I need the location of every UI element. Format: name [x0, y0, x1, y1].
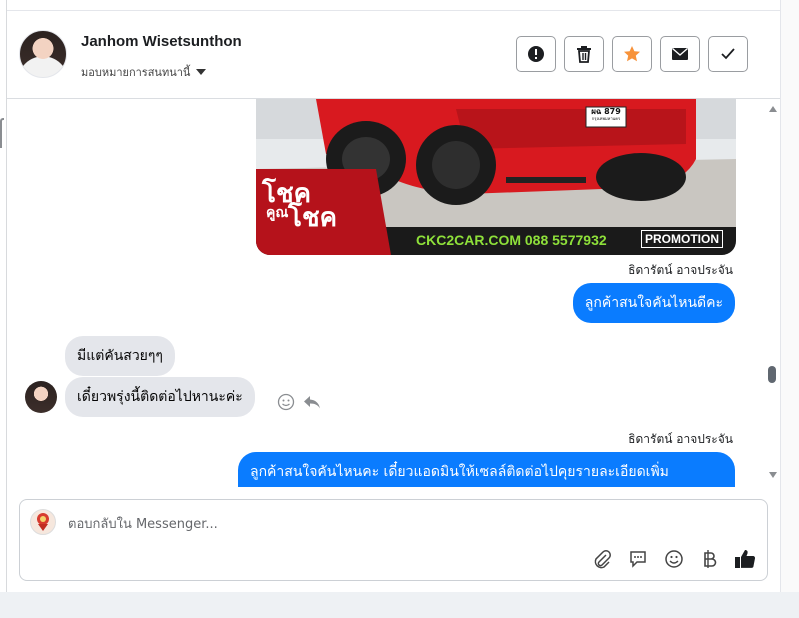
assign-label: มอบหมายการสนทนานี้: [81, 66, 191, 79]
scroll-up-arrow-icon[interactable]: [768, 105, 778, 113]
sender-label: ธิดารัตน์ อาจประจัน: [628, 432, 733, 446]
contact-name[interactable]: Janhom Wisetsunthon: [81, 33, 242, 50]
trash-icon: [577, 46, 591, 63]
page-logo-icon: [37, 513, 49, 531]
promotion-label: PROMOTION: [641, 230, 723, 248]
paperclip-icon: [594, 550, 611, 569]
incoming-message[interactable]: เดี๋ยวพรุ่งนี้ติดต่อไปหานะค่ะ: [65, 377, 255, 417]
alert-icon: [528, 46, 544, 62]
conversation-header: Janhom Wisetsunthon มอบหมายการสนทนานี้: [7, 10, 780, 99]
brand-logo: โชค คูณ โชค: [262, 179, 338, 232]
reply-composer: [19, 499, 768, 581]
message-scrollbar[interactable]: [765, 99, 780, 487]
reply-icon[interactable]: [303, 393, 321, 411]
website-phone-text: CKC2CAR.COM 088 5577932: [416, 232, 607, 248]
mark-unread-button[interactable]: [660, 36, 700, 72]
resize-grip[interactable]: [0, 118, 4, 148]
car-promo-image[interactable]: โชค คูณ โชค ผฉ 879 กรุงเทพมหานคร CKC2CAR…: [256, 99, 736, 255]
plate-label: ผฉ 879 กรุงเทพมหานคร: [591, 107, 621, 121]
conversation-panel: Janhom Wisetsunthon มอบหมายการสนทนานี้ โ…: [7, 0, 780, 592]
payment-button[interactable]: [698, 548, 722, 570]
star-button[interactable]: [612, 36, 652, 72]
like-button[interactable]: [733, 548, 757, 570]
left-panel-edge: [0, 0, 7, 618]
reply-input[interactable]: [68, 514, 668, 534]
contact-avatar[interactable]: [19, 30, 67, 78]
react-smiley-icon[interactable]: [277, 393, 295, 411]
outgoing-message[interactable]: ลูกค้าสนใจคันไหนดีคะ: [572, 283, 735, 323]
bottom-background: [0, 592, 799, 618]
checkmark-icon: [721, 48, 735, 60]
star-icon: [624, 46, 640, 62]
saved-replies-button[interactable]: [626, 548, 650, 570]
delete-button[interactable]: [564, 36, 604, 72]
page-avatar: [30, 509, 56, 535]
contact-avatar-small: [25, 381, 57, 413]
message-list: โชค คูณ โชค ผฉ 879 กรุงเทพมหานคร CKC2CAR…: [7, 99, 780, 487]
outgoing-message[interactable]: ลูกค้าสนใจคันไหนคะ เดี๋ยวแอดมินให้เซลล์ต…: [238, 452, 735, 487]
attach-button[interactable]: [590, 548, 614, 570]
thumbs-up-icon: [735, 550, 756, 568]
baht-icon: [704, 550, 717, 568]
smiley-icon: [665, 550, 683, 568]
envelope-icon: [672, 47, 688, 60]
incoming-message[interactable]: มีแต่คันสวยๆๆ: [65, 336, 175, 376]
scroll-down-arrow-icon[interactable]: [768, 471, 778, 479]
assign-conversation-dropdown[interactable]: มอบหมายการสนทนานี้: [81, 63, 207, 81]
caret-down-icon: [196, 69, 207, 75]
scrollbar-thumb[interactable]: [768, 366, 776, 383]
mark-done-button[interactable]: [708, 36, 748, 72]
emoji-button[interactable]: [662, 548, 686, 570]
right-panel-edge: [780, 0, 799, 618]
spam-button[interactable]: [516, 36, 556, 72]
speech-bubble-icon: [630, 551, 646, 568]
sender-label: ธิดารัตน์ อาจประจัน: [628, 263, 733, 277]
